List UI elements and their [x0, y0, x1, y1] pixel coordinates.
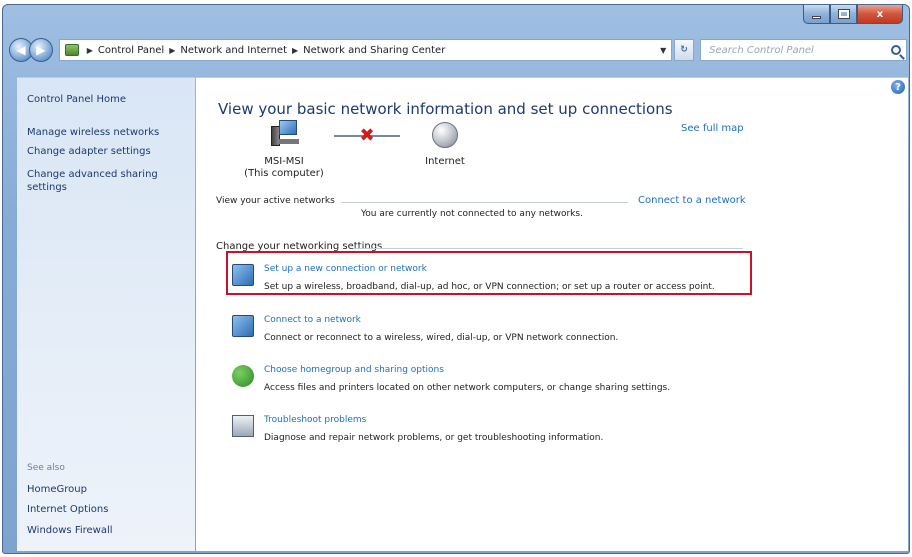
connect-network-icon — [232, 315, 254, 337]
this-computer-node: MSI-MSI (This computer) — [244, 120, 324, 180]
disconnected-x-icon[interactable]: ✖ — [357, 126, 377, 146]
computer-subtitle: (This computer) — [244, 168, 324, 179]
task-title[interactable]: Connect to a network — [264, 315, 361, 325]
breadcrumb-separator-icon[interactable]: ▶ — [292, 46, 298, 55]
task-title[interactable]: Troubleshoot problems — [264, 415, 366, 425]
task-description: Access files and printers located on oth… — [264, 383, 671, 393]
not-connected-message: You are currently not connected to any n… — [361, 209, 583, 219]
breadcrumb-network-and-internet[interactable]: Network and Internet — [180, 45, 287, 56]
maximize-icon — [837, 9, 850, 19]
search-input[interactable]: Search Control Panel — [700, 39, 907, 61]
minimize-icon — [812, 15, 821, 19]
page-title: View your basic network information and … — [218, 100, 673, 118]
close-button[interactable]: x — [857, 5, 903, 24]
forward-button[interactable]: ▶ — [28, 38, 53, 62]
homegroup-link[interactable]: HomeGroup — [27, 483, 87, 496]
change-advanced-sharing-link[interactable]: Change advanced sharing settings — [27, 168, 167, 194]
homegroup-icon — [232, 365, 254, 387]
search-icon[interactable] — [891, 45, 901, 55]
troubleshoot-icon — [232, 415, 254, 437]
help-icon[interactable]: ? — [891, 80, 905, 94]
active-networks-heading: View your active networks — [216, 196, 335, 206]
task-title[interactable]: Set up a new connection or network — [264, 264, 427, 274]
manage-wireless-networks-link[interactable]: Manage wireless networks — [27, 126, 159, 139]
change-settings-heading: Change your networking settings — [216, 241, 383, 252]
see-full-map-link[interactable]: See full map — [681, 123, 744, 134]
divider — [341, 202, 628, 203]
back-arrow-icon: ◀ — [16, 43, 26, 57]
breadcrumb-network-sharing-center[interactable]: Network and Sharing Center — [303, 45, 445, 56]
internet-options-link[interactable]: Internet Options — [27, 503, 108, 516]
address-dropdown-icon[interactable]: ▼ — [655, 46, 671, 55]
task-description: Connect or reconnect to a wireless, wire… — [264, 333, 619, 343]
control-panel-home-link[interactable]: Control Panel Home — [27, 93, 126, 106]
connect-to-network-link[interactable]: Connect to a network — [638, 195, 746, 206]
refresh-icon: ↻ — [680, 45, 688, 55]
divider — [353, 248, 743, 249]
see-also-heading: See also — [27, 463, 65, 473]
globe-icon — [432, 122, 458, 148]
task-pane: Control Panel Home Manage wireless netwo… — [17, 77, 195, 551]
minimize-button[interactable] — [803, 5, 830, 24]
task-description: Diagnose and repair network problems, or… — [264, 433, 604, 443]
network-setup-icon — [232, 264, 254, 286]
change-adapter-settings-link[interactable]: Change adapter settings — [27, 145, 151, 158]
computer-icon — [269, 120, 299, 150]
task-description: Set up a wireless, broadband, dial-up, a… — [264, 282, 715, 292]
maximize-button[interactable] — [830, 5, 857, 24]
search-placeholder: Search Control Panel — [709, 44, 814, 56]
breadcrumb-separator-icon[interactable]: ▶ — [169, 46, 175, 55]
breadcrumb-separator-icon[interactable]: ▶ — [87, 46, 93, 55]
windows-firewall-link[interactable]: Windows Firewall — [27, 524, 113, 537]
window-frame: x ◀ ▶ ▶ Control Panel ▶ Network and Inte… — [2, 4, 910, 554]
computer-name: MSI-MSI — [264, 156, 304, 167]
caption-buttons: x — [803, 5, 903, 25]
breadcrumb-control-panel[interactable]: Control Panel — [98, 45, 164, 56]
address-bar[interactable]: ▶ Control Panel ▶ Network and Internet ▶… — [58, 39, 673, 61]
close-icon: x — [876, 8, 884, 20]
refresh-button[interactable]: ↻ — [674, 39, 695, 61]
task-title[interactable]: Choose homegroup and sharing options — [264, 365, 444, 375]
navigation-bar: ◀ ▶ ▶ Control Panel ▶ Network and Intern… — [9, 37, 907, 63]
forward-arrow-icon: ▶ — [36, 43, 46, 57]
internet-label: Internet — [425, 156, 465, 167]
internet-node: Internet — [410, 120, 480, 168]
main-content: ? View your basic network information an… — [196, 77, 908, 551]
control-panel-icon — [64, 44, 79, 56]
